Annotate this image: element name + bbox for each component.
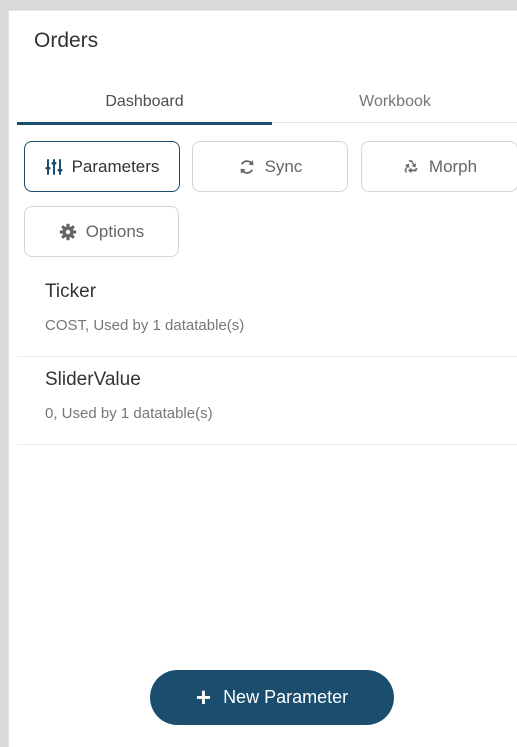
options-button[interactable]: Options [24,206,179,257]
morph-button[interactable]: Morph [361,141,517,192]
morph-button-label: Morph [428,156,478,176]
tab-workbook[interactable]: Workbook [272,81,517,123]
plus-icon: + [195,681,212,712]
sync-button-label: Sync [264,156,303,176]
parameters-panel: Orders Dashboard Workbook Parameters Syn… [8,10,517,747]
parameter-list: Ticker COST, Used by 1 datatable(s) Slid… [17,269,517,445]
sliders-icon [45,158,63,176]
recycle-icon [402,158,420,176]
parameter-name: Ticker [45,281,97,302]
parameter-description: 0, Used by 1 datatable(s) [45,405,213,422]
parameters-button[interactable]: Parameters [24,141,180,192]
new-parameter-label: New Parameter [223,687,349,707]
sync-icon [238,158,256,176]
panel-title: Orders [34,29,99,52]
parameters-button-label: Parameters [71,156,160,176]
options-button-label: Options [85,221,145,241]
tab-bar: Dashboard Workbook [17,81,517,125]
gear-icon [59,223,77,241]
list-item[interactable]: Ticker COST, Used by 1 datatable(s) [17,269,517,357]
parameter-description: COST, Used by 1 datatable(s) [45,317,245,334]
tab-dashboard[interactable]: Dashboard [17,81,272,125]
new-parameter-button[interactable]: + New Parameter [150,670,394,725]
list-item[interactable]: SliderValue 0, Used by 1 datatable(s) [17,357,517,445]
parameter-name: SliderValue [45,369,141,390]
sync-button[interactable]: Sync [192,141,348,192]
